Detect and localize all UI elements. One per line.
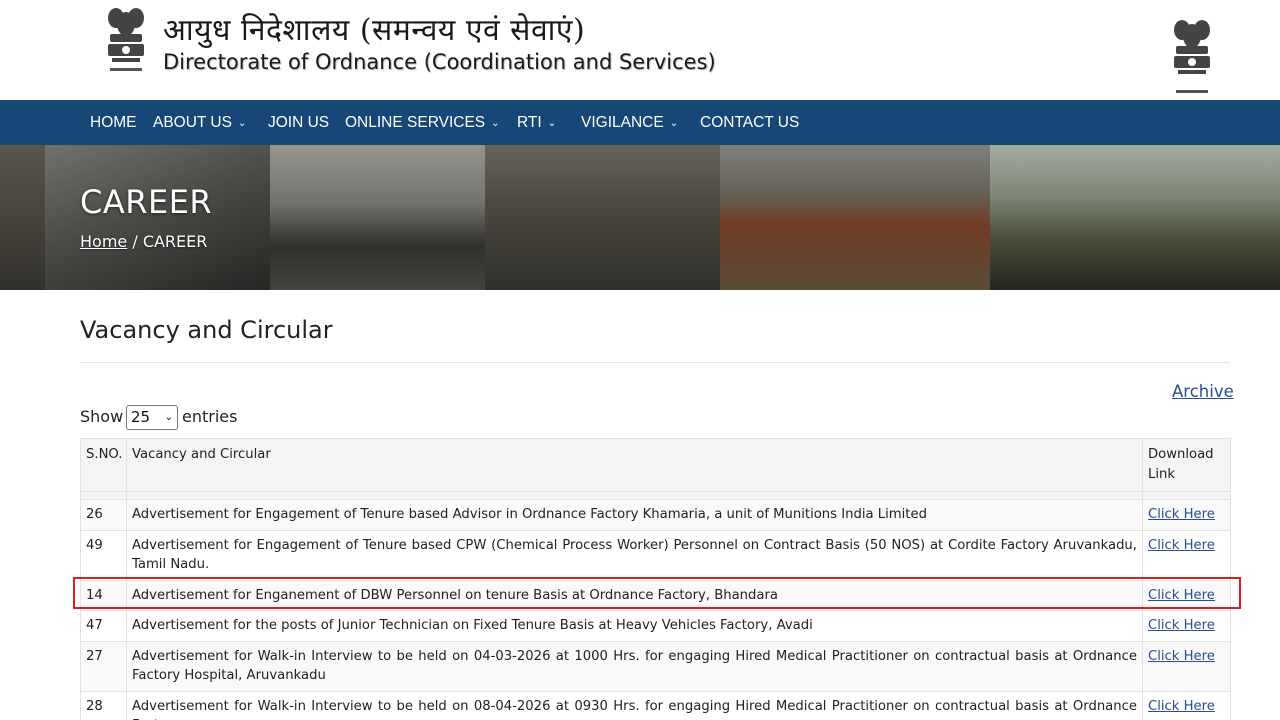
cell-download: Click Here [1142,610,1231,642]
click-here-link[interactable]: Click Here [1148,538,1215,553]
click-here-link[interactable]: Click Here [1148,699,1215,714]
page-title: Vacancy and Circular [80,316,333,344]
site-title-hindi: आयुध निदेशालय (समन्वय एवं सेवाएं) [163,13,586,48]
cell-sno: 27 [80,640,127,692]
chevron-down-icon: ⌄ [237,118,247,129]
table-row: 49 Advertisement for Engagement of Tenur… [80,529,1231,581]
cell-vacancy: Advertisement for Engagement of Tenure b… [126,529,1143,581]
table-row: 47 Advertisement for the posts of Junior… [80,610,1231,642]
nav-label: CONTACT US [700,114,800,131]
chevron-down-icon: ⌄ [491,118,500,129]
chevron-down-icon: ⌄ [164,412,173,423]
entries-label: entries [182,407,238,426]
nav-label: VIGILANCE [581,114,664,131]
header-vacancy[interactable]: Vacancy and Circular [126,438,1143,492]
entries-select[interactable]: 25 ⌄ [126,405,178,430]
header-download[interactable]: Download Link [1142,438,1231,492]
archive-link[interactable]: Archive [1172,382,1234,401]
nav-about-us[interactable]: ABOUT US ⌄ [153,100,246,145]
site-header: आयुध निदेशालय (समन्वय एवं सेवाएं) Direct… [0,0,1280,100]
nav-home[interactable]: HOME [90,100,137,145]
nav-rti[interactable]: RTI ⌄ [517,100,556,145]
nav-label: JOIN US [268,114,330,131]
breadcrumb-current: CAREER [142,232,208,251]
divider [80,362,1230,363]
cell-sno: 49 [80,529,127,581]
nav-label: ONLINE SERVICES [345,114,486,131]
click-here-link[interactable]: Click Here [1148,618,1215,633]
nav-label: ABOUT US [153,114,232,131]
breadcrumb-separator: / [127,232,143,251]
banner-title: CAREER [80,183,213,221]
nav-label: HOME [90,114,137,131]
table-header-row: S.NO. Vacancy and Circular Download Link [80,438,1231,492]
cell-download: Click Here [1142,690,1231,720]
cell-sno: 26 [80,499,127,531]
cell-download: Click Here [1142,499,1231,531]
click-here-link[interactable]: Click Here [1148,649,1215,664]
table-row: 28 Advertisement for Walk-in Interview t… [80,690,1231,720]
click-here-link[interactable]: Click Here [1148,507,1215,522]
cell-vacancy: Advertisement for Walk-in Interview to b… [126,640,1143,692]
header-sno[interactable]: S.NO. [80,438,127,492]
table-row: 26 Advertisement for Engagement of Tenur… [80,499,1231,531]
nav-join-us[interactable]: JOIN US [268,100,329,145]
nav-label: RTI [517,114,542,131]
chevron-down-icon: ⌄ [669,118,679,129]
cell-vacancy: Advertisement for Engagement of Tenure b… [126,499,1143,531]
cell-vacancy: Advertisement for Walk-in Interview to b… [126,690,1143,720]
cell-download: Click Here [1142,640,1231,692]
nav-contact-us[interactable]: CONTACT US [700,100,799,145]
nav-online-services[interactable]: ONLINE SERVICES ⌄ [345,100,500,145]
cell-vacancy: Advertisement for the posts of Junior Te… [126,610,1143,642]
table-row: 27 Advertisement for Walk-in Interview t… [80,640,1231,692]
entries-select-value: 25 [131,408,151,426]
highlight-box [73,577,1241,609]
table-spacer [80,491,1231,500]
cell-sno: 47 [80,610,127,642]
cell-download: Click Here [1142,529,1231,581]
breadcrumb-home-link[interactable]: Home [80,232,127,251]
chevron-down-icon: ⌄ [547,118,557,129]
show-label: Show [80,407,124,426]
national-emblem-icon[interactable] [102,4,150,88]
national-emblem-icon [1168,16,1216,100]
main-navbar: HOME ABOUT US ⌄ JOIN US ONLINE SERVICES ⌄ … [0,100,1280,145]
breadcrumb: Home / CAREER [80,232,207,251]
site-title-english: Directorate of Ordnance (Coordination an… [163,50,716,74]
nav-vigilance[interactable]: VIGILANCE ⌄ [581,100,678,145]
cell-sno: 28 [80,690,127,720]
